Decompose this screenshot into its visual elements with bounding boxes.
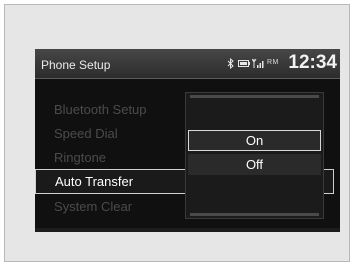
- screen-bottom-edge: [35, 228, 340, 232]
- clock: 12:34: [288, 52, 337, 73]
- battery-icon: [238, 60, 250, 67]
- menu-item-ringtone[interactable]: Ringtone: [54, 150, 106, 165]
- popup-bottom-edge: [190, 213, 319, 216]
- display-screen: Phone Setup RM 12:34 Bluetooth Setup Spe…: [35, 49, 340, 232]
- page-title: Phone Setup: [41, 58, 111, 72]
- status-area: RM 12:34: [227, 49, 337, 79]
- popup-top-edge: [190, 95, 319, 98]
- header-bar: Phone Setup RM 12:34: [35, 49, 340, 79]
- bluetooth-icon: [227, 58, 234, 69]
- option-off[interactable]: Off: [188, 154, 321, 175]
- auto-transfer-options-popup: On Off: [185, 92, 324, 219]
- option-on[interactable]: On: [188, 130, 321, 151]
- menu-item-speed-dial[interactable]: Speed Dial: [54, 126, 118, 141]
- menu-item-bluetooth-setup[interactable]: Bluetooth Setup: [54, 102, 147, 117]
- roaming-indicator: RM: [267, 59, 279, 66]
- menu-item-system-clear[interactable]: System Clear: [54, 199, 132, 214]
- figure-frame: Phone Setup RM 12:34 Bluetooth Setup Spe…: [4, 4, 350, 262]
- signal-icon: [252, 58, 264, 68]
